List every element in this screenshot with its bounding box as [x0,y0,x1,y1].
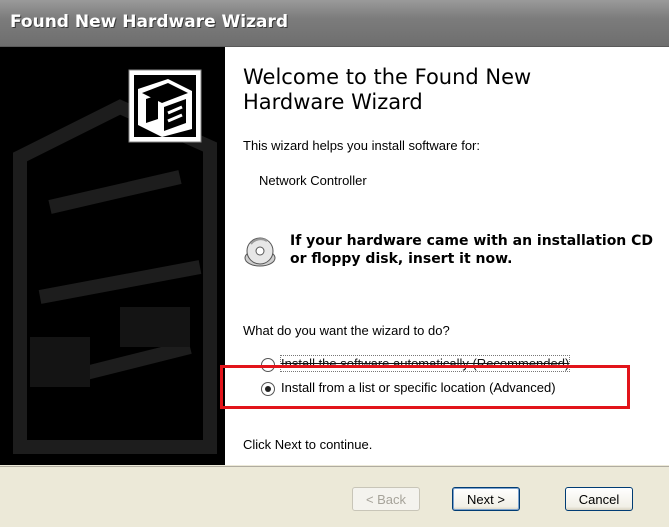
next-button[interactable]: Next > [452,487,520,511]
device-name: Network Controller [259,173,367,188]
hardware-wizard-icon [128,69,202,143]
cd-notice-line2: or floppy disk, insert it now. [290,251,513,267]
page-title: Welcome to the Found New Hardware Wizard [243,65,643,115]
page-title-line1: Welcome to the Found New [243,65,532,89]
highlight-annotation [220,365,630,409]
cd-disk-icon [244,237,276,267]
cd-notice: If your hardware came with an installati… [243,232,663,278]
back-button[interactable]: < Back [352,487,420,511]
continue-text: Click Next to continue. [243,437,373,452]
button-bar: < Back Next > Cancel [0,466,669,527]
wizard-window: Found New Hardware Wizard Welcome to the… [0,0,669,527]
question-text: What do you want the wizard to do? [243,323,450,338]
window-title: Found New Hardware Wizard [10,12,289,32]
title-bar[interactable]: Found New Hardware Wizard [0,0,669,47]
page-title-line2: Hardware Wizard [243,90,423,114]
intro-text: This wizard helps you install software f… [243,138,480,153]
cd-notice-text: If your hardware came with an installati… [290,232,660,268]
wizard-side-panel [0,47,225,465]
cd-notice-line1: If your hardware came with an installati… [290,233,654,249]
cancel-button[interactable]: Cancel [565,487,633,511]
